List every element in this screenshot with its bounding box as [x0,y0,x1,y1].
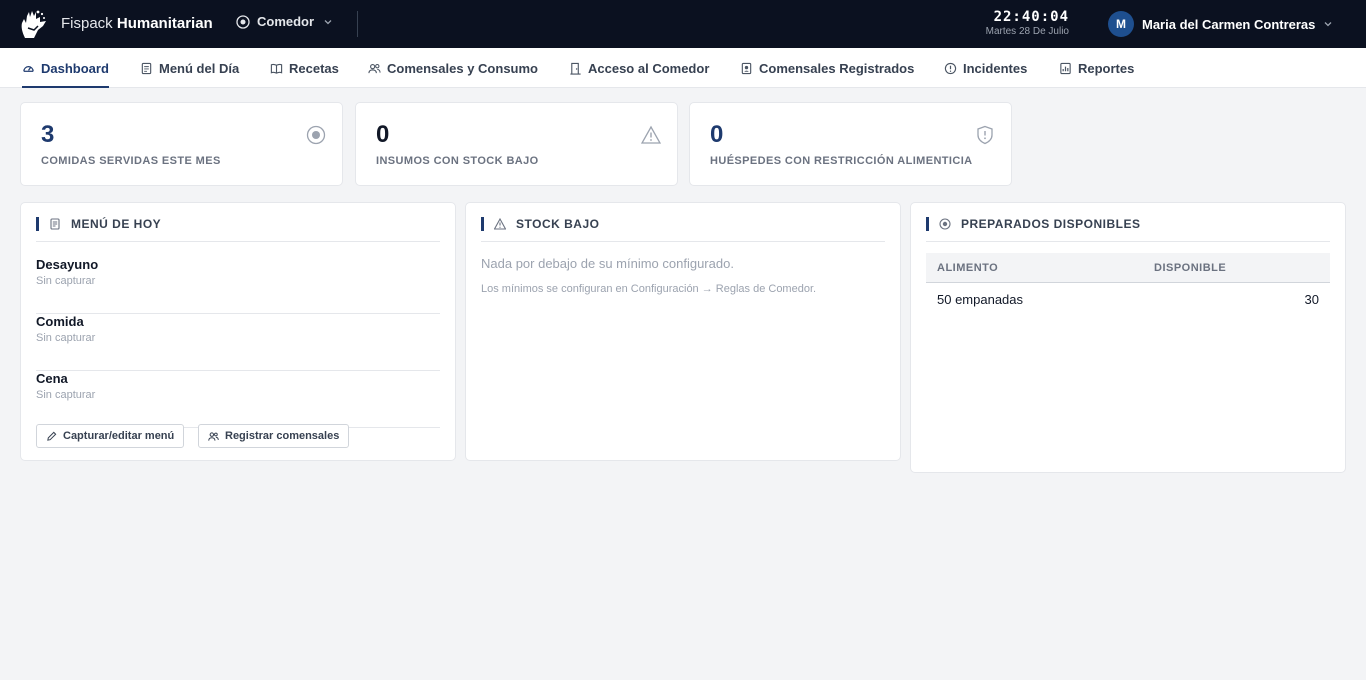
chart-icon [1060,62,1071,74]
tab-comensales-registrados[interactable]: Comensales Registrados [740,48,914,88]
module-selector[interactable]: Comedor [236,14,333,29]
plate-icon [236,14,250,29]
warning-icon [494,218,506,230]
list-item: Cena Sin capturar [36,371,440,428]
panel-menu-hoy: MENÚ DE HOY Desayuno Sin capturar Comida… [20,202,456,461]
stat-label: HUÉSPEDES CON RESTRICCIÓN ALIMENTICIA [710,155,973,167]
accent-bar [481,217,484,231]
tab-label: Comensales Registrados [759,60,915,76]
tab-label: Acceso al Comedor [588,60,710,76]
book-icon [270,63,283,74]
stat-label: INSUMOS CON STOCK BAJO [376,155,539,167]
accent-bar [36,217,39,231]
gauge-icon [23,65,34,72]
list-item: Comida Sin capturar [36,314,440,371]
empty-message: Nada por debajo de su mínimo configurado… [481,256,734,271]
tab-dashboard[interactable]: Dashboard [22,48,109,88]
tab-label: Recetas [289,60,339,76]
panel-header: STOCK BAJO [481,217,599,231]
register-diners-button[interactable]: Registrar comensales [198,424,350,448]
cell-available: 30 [1304,292,1319,307]
button-label: Capturar/editar menú [63,430,175,442]
stat-value: 3 [41,121,55,148]
tab-recetas[interactable]: Recetas [270,48,339,88]
plate-icon [939,218,951,230]
column-header-disponible: DISPONIBLE [1154,262,1227,274]
door-icon [570,62,581,75]
user-menu[interactable]: M Maria del Carmen Contreras [1108,11,1333,37]
edit-menu-button[interactable]: Capturar/editar menú [36,424,185,448]
accent-bar [926,217,929,231]
cell-food: 50 empanadas [937,292,1024,307]
list-item: Desayuno Sin capturar [36,257,440,314]
panel-title: PREPARADOS DISPONIBLES [961,217,1141,231]
top-bar: Fispack Humanitarian Comedor 22:40:04 Ma… [0,0,1366,48]
stat-card-stock-bajo: 0 INSUMOS CON STOCK BAJO [355,102,678,186]
clock-time: 22:40:04 [993,9,1069,25]
divider [36,241,440,242]
divider [481,241,885,242]
panel-stock-bajo: STOCK BAJO Nada por debajo de su mínimo … [465,202,901,461]
meal-status: Sin capturar [36,275,96,287]
meal-name: Comida [36,314,84,329]
chevron-down-icon [324,19,332,24]
table-header: ALIMENTO DISPONIBLE [926,253,1330,283]
panel-preparados: PREPARADOS DISPONIBLES ALIMENTO DISPONIB… [910,202,1346,473]
header-divider [357,11,358,37]
panel-title: MENÚ DE HOY [71,217,162,231]
meal-name: Desayuno [36,257,99,272]
plate-icon [306,125,326,145]
panel-header: MENÚ DE HOY [36,217,161,231]
meal-status: Sin capturar [36,389,96,401]
shield-alert-icon [977,125,993,145]
warning-icon [641,125,661,144]
id-badge-icon [741,62,752,74]
chevron-down-icon [1324,22,1332,27]
tab-label: Dashboard [41,60,109,76]
document-icon [141,62,152,74]
tab-menu-del-dia[interactable]: Menú del Día [140,48,239,88]
tab-comensales-consumo[interactable]: Comensales y Consumo [368,48,538,88]
tab-acceso-comedor[interactable]: Acceso al Comedor [569,48,709,88]
module-label: Comedor [257,14,315,29]
table-row[interactable]: 50 empanadas 30 [926,284,1330,314]
config-hint: Los mínimos se configuran en Configuraci… [481,283,817,295]
pencil-icon [47,431,57,441]
tab-incidentes[interactable]: Incidentes [944,48,1027,88]
panel-title: STOCK BAJO [516,217,600,231]
tab-label: Reportes [1078,60,1135,76]
stat-card-comidas: 3 COMIDAS SERVIDAS ESTE MES [20,102,343,186]
user-name: Maria del Carmen Contreras [1142,16,1316,32]
meal-name: Cena [36,371,68,386]
stat-value: 0 [376,121,390,148]
stat-label: COMIDAS SERVIDAS ESTE MES [41,155,221,167]
tab-reportes[interactable]: Reportes [1059,48,1134,88]
document-icon [50,218,60,230]
main-nav: Dashboard Menú del Día Recetas Comensale… [0,48,1366,88]
clock: 22:40:04 Martes 28 De Julio [986,9,1069,37]
button-label: Registrar comensales [225,430,340,442]
alert-circle-icon [944,62,957,74]
avatar: M [1108,11,1134,37]
stat-value: 0 [710,121,724,148]
clock-date: Martes 28 De Julio [985,26,1069,37]
hand-logo-icon[interactable] [18,8,50,40]
panel-header: PREPARADOS DISPONIBLES [926,217,1140,231]
stat-card-restriccion: 0 HUÉSPEDES CON RESTRICCIÓN ALIMENTICIA [689,102,1012,186]
users-icon [368,63,381,73]
column-header-alimento: ALIMENTO [937,262,999,274]
brand-name: Fispack Humanitarian [61,15,213,32]
users-icon [208,431,219,441]
tab-label: Menú del Día [159,60,240,76]
divider [926,241,1330,242]
tab-label: Incidentes [963,60,1028,76]
meal-status: Sin capturar [36,332,96,344]
tab-label: Comensales y Consumo [387,60,538,76]
